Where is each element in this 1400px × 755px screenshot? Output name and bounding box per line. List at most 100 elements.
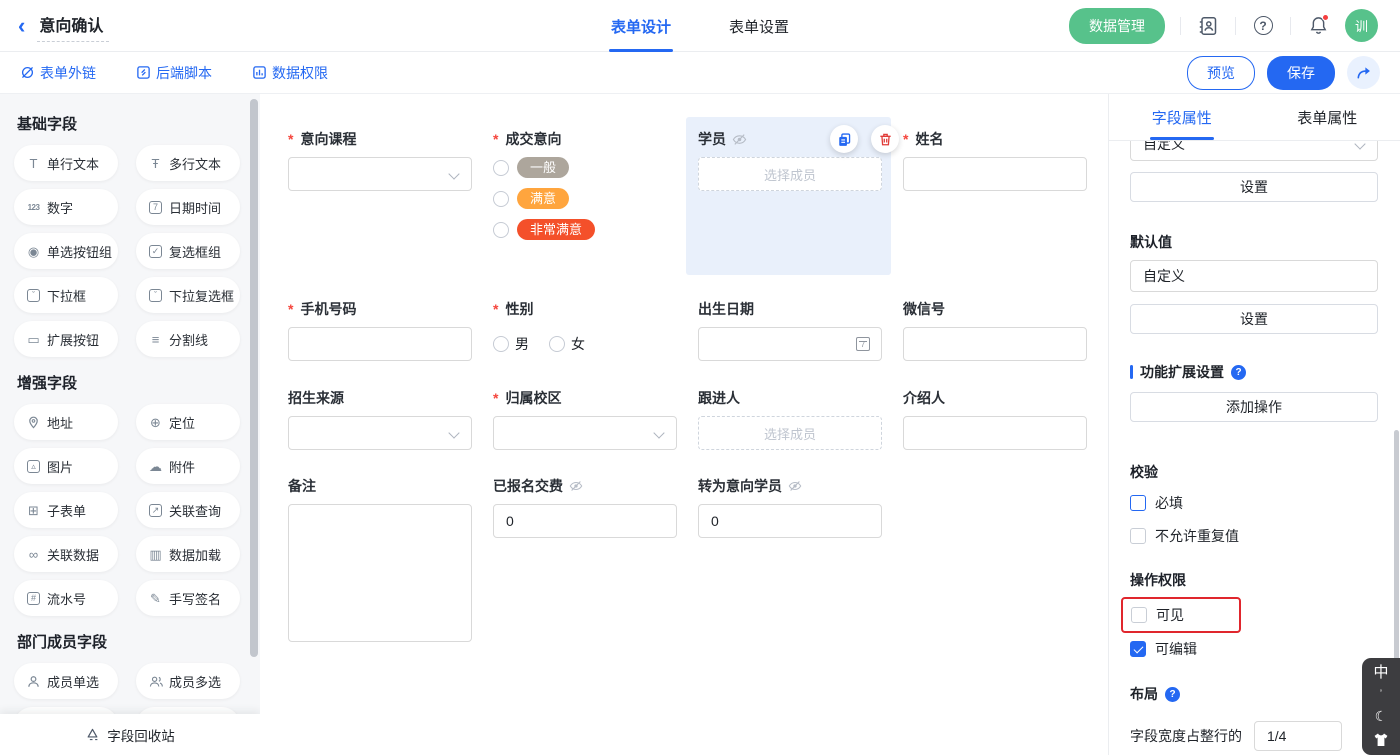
field-referrer[interactable]: 介绍人 (903, 388, 1108, 464)
gender-option-male[interactable]: 男 (493, 334, 529, 354)
field-gender[interactable]: 性别 男 女 (493, 299, 698, 376)
ime-lang-indicator[interactable]: 中 (1373, 665, 1388, 680)
help-icon[interactable]: ? (1251, 14, 1275, 38)
moon-icon[interactable]: ☾ (1375, 709, 1388, 723)
remark-textarea[interactable] (288, 504, 472, 642)
referrer-input[interactable] (903, 416, 1087, 450)
address-book-icon[interactable] (1196, 14, 1220, 38)
sidebar-item-multi-line-text[interactable]: Ŧ多行文本 (136, 145, 240, 181)
sidebar-item-address-pin[interactable]: 地址 (14, 404, 118, 440)
preview-button[interactable]: 预览 (1187, 56, 1255, 90)
radio-icon[interactable] (493, 191, 509, 207)
field-recycle-bin[interactable]: 字段回收站 (0, 714, 260, 755)
radio-icon[interactable] (549, 336, 565, 352)
sidebar-item-checkbox-group[interactable]: ✓复选框组 (136, 233, 240, 269)
radio-icon[interactable] (493, 160, 509, 176)
name-input[interactable] (903, 157, 1087, 191)
student-member-select[interactable]: 选择成员 (698, 157, 882, 191)
birth-date-input[interactable]: 7 (698, 327, 882, 361)
sidebar-item-image[interactable]: ▵图片 (14, 448, 118, 484)
default-value-select[interactable]: 自定义 (1130, 260, 1378, 292)
editable-checkbox[interactable] (1130, 641, 1146, 657)
delete-field-button[interactable] (871, 125, 899, 153)
radio-icon[interactable] (493, 222, 509, 238)
converted-input[interactable]: 0 (698, 504, 882, 538)
ime-toolbar[interactable]: 中 ʼ ☾ (1362, 658, 1400, 755)
settings-button-2[interactable]: 设置 (1130, 304, 1378, 334)
sidebar-item-member-single[interactable]: 成员单选 (14, 663, 118, 699)
visible-checkbox-row[interactable]: 可见 (1131, 605, 1195, 625)
field-name[interactable]: 姓名 (903, 129, 1108, 287)
field-campus[interactable]: 归属校区 (493, 388, 698, 464)
sidebar-item-number[interactable]: 123数字 (14, 189, 118, 225)
sidebar-item-datetime[interactable]: 7日期时间 (136, 189, 240, 225)
data-manage-button[interactable]: 数据管理 (1069, 8, 1165, 44)
sidebar-item-dropdown-multi[interactable]: ˇ下拉复选框 (136, 277, 240, 313)
sidebar-item-radio-group[interactable]: ◉单选按钮组 (14, 233, 118, 269)
sidebar-item-sub-form[interactable]: ⊞子表单 (14, 492, 118, 528)
add-action-button[interactable]: 添加操作 (1130, 392, 1378, 422)
intent-course-select[interactable] (288, 157, 472, 191)
tab-field-properties[interactable]: 字段属性 (1109, 94, 1255, 140)
skin-shirt-icon[interactable] (1373, 733, 1389, 747)
sidebar-item-relation-data[interactable]: ∞关联数据 (14, 536, 118, 572)
sidebar-scrollbar[interactable] (250, 99, 258, 657)
sidebar-item-relation-query[interactable]: ↗关联查询 (136, 492, 240, 528)
field-source[interactable]: 招生来源 (288, 388, 493, 464)
gender-option-female[interactable]: 女 (549, 334, 585, 354)
share-button[interactable] (1347, 56, 1380, 89)
tab-form-settings[interactable]: 表单设置 (729, 0, 789, 52)
sidebar-item-divider-line[interactable]: ≡分割线 (136, 321, 240, 357)
sidebar-item-attachment[interactable]: ☁附件 (136, 448, 240, 484)
field-wechat[interactable]: 微信号 (903, 299, 1108, 376)
tab-form-properties[interactable]: 表单属性 (1255, 94, 1400, 140)
visible-checkbox[interactable] (1131, 607, 1147, 623)
save-button[interactable]: 保存 (1267, 56, 1335, 90)
avatar[interactable]: 训 (1345, 9, 1378, 42)
ime-punctuation-indicator[interactable]: ʼ (1380, 690, 1382, 700)
field-birth-date[interactable]: 出生日期 7 (698, 299, 903, 376)
form-external-link[interactable]: 表单外链 (20, 63, 96, 83)
follower-member-select[interactable]: 选择成员 (698, 416, 882, 450)
required-checkbox[interactable] (1130, 495, 1146, 511)
campus-select[interactable] (493, 416, 677, 450)
backend-script-link[interactable]: 后端脚本 (136, 63, 212, 83)
sidebar-item-signature[interactable]: ✎手写签名 (136, 580, 240, 616)
tab-form-design[interactable]: 表单设计 (611, 0, 671, 52)
no-duplicate-checkbox-row[interactable]: 不允许重复值 (1130, 526, 1378, 546)
sidebar-item-locate-target[interactable]: ⊕定位 (136, 404, 240, 440)
help-icon[interactable]: ? (1231, 365, 1246, 380)
deal-intent-option[interactable]: 满意 (493, 188, 698, 209)
field-remark[interactable]: 备注 (288, 476, 493, 642)
paid-fee-input[interactable]: 0 (493, 504, 677, 538)
help-icon[interactable]: ? (1165, 687, 1180, 702)
sidebar-item-data-load[interactable]: ▥数据加载 (136, 536, 240, 572)
radio-icon[interactable] (493, 336, 509, 352)
phone-input[interactable] (288, 327, 472, 361)
sidebar-item-single-line-text[interactable]: T单行文本 (14, 145, 118, 181)
sidebar-item-extend-button[interactable]: ▭扩展按钮 (14, 321, 118, 357)
back-icon[interactable]: ‹ (18, 15, 25, 37)
sidebar-item-serial-number[interactable]: #流水号 (14, 580, 118, 616)
deal-intent-option[interactable]: 非常满意 (493, 219, 698, 240)
sidebar-item-dropdown[interactable]: ˇ下拉框 (14, 277, 118, 313)
field-intent-course[interactable]: 意向课程 (288, 129, 493, 287)
required-checkbox-row[interactable]: 必填 (1130, 493, 1378, 513)
editable-checkbox-row[interactable]: 可编辑 (1130, 639, 1378, 659)
no-duplicate-checkbox[interactable] (1130, 528, 1146, 544)
notification-bell-icon[interactable] (1306, 14, 1330, 38)
field-deal-intent[interactable]: 成交意向 一般 满意 非常满意 (493, 129, 698, 287)
clipped-select[interactable]: 自定义 (1130, 141, 1378, 162)
wechat-input[interactable] (903, 327, 1087, 361)
sidebar-item-member-multi[interactable]: 成员多选 (136, 663, 240, 699)
settings-button-1[interactable]: 设置 (1130, 172, 1378, 202)
field-width-select[interactable]: 1/4 (1254, 721, 1342, 751)
field-follower[interactable]: 跟进人 选择成员 (698, 388, 903, 464)
deal-intent-option[interactable]: 一般 (493, 157, 698, 178)
field-phone[interactable]: 手机号码 (288, 299, 493, 376)
source-select[interactable] (288, 416, 472, 450)
copy-field-button[interactable] (830, 125, 858, 153)
field-converted[interactable]: 转为意向学员 0 (698, 476, 903, 642)
field-paid-fee[interactable]: 已报名交费 0 (493, 476, 698, 642)
data-permission-link[interactable]: 数据权限 (252, 63, 328, 83)
